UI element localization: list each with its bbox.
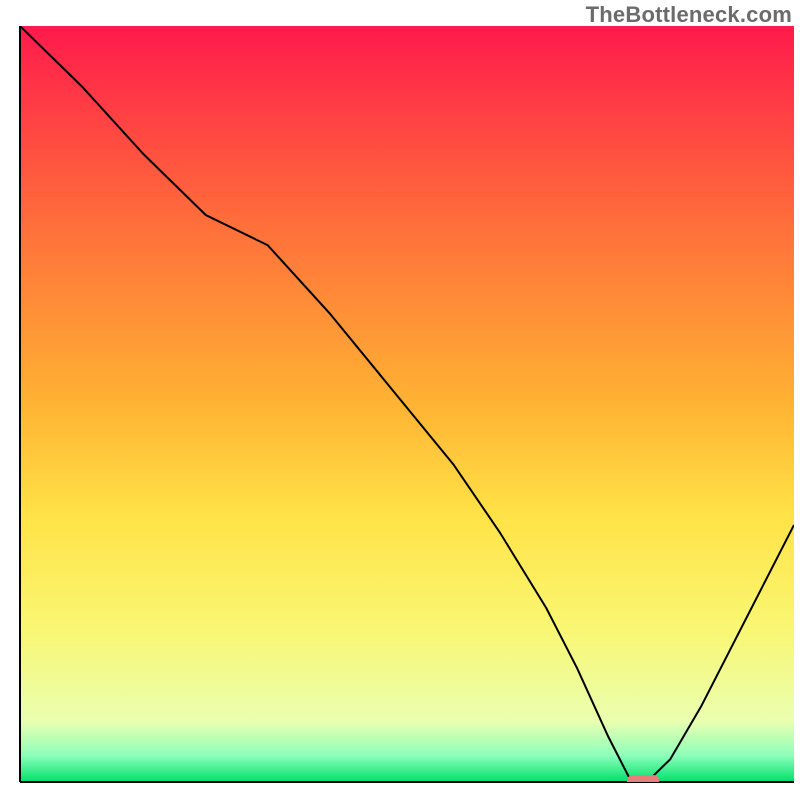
bottleneck-chart bbox=[0, 0, 800, 800]
watermark-text: TheBottleneck.com bbox=[586, 2, 792, 28]
chart-container: TheBottleneck.com bbox=[0, 0, 800, 800]
optimal-marker bbox=[627, 775, 660, 787]
gradient-background bbox=[20, 26, 794, 782]
